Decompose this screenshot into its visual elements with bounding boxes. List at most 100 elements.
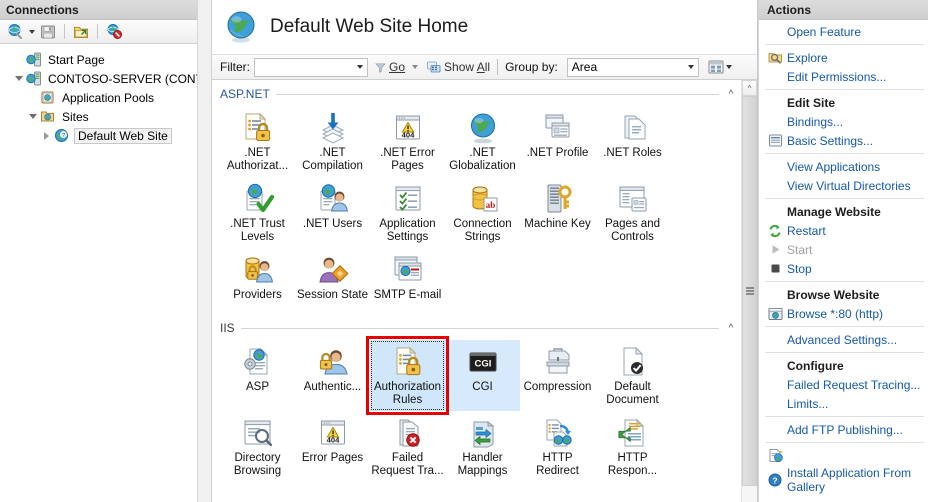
tile-net-trust-levels[interactable]: .NET Trust Levels — [220, 177, 295, 248]
action-explore[interactable]: Explore — [759, 48, 928, 67]
group-by-select[interactable]: Area — [566, 57, 699, 77]
action-label: Edit Permissions... — [787, 69, 887, 84]
tile-application-settings[interactable]: Application Settings — [370, 177, 445, 248]
action-advanced-settings[interactable]: Advanced Settings... — [759, 330, 928, 349]
chevron-up-icon[interactable]: ^ — [725, 323, 737, 334]
toolbar-separator-1 — [64, 24, 65, 39]
tile-failed-request-tracing[interactable]: Failed Request Tra... — [370, 411, 445, 482]
action-restart[interactable]: Restart — [759, 221, 928, 240]
group-header[interactable]: IIS ^ — [220, 320, 741, 336]
tile-directory-browsing[interactable]: Directory Browsing — [220, 411, 295, 482]
tree-node-sites[interactable]: Sites — [4, 107, 197, 126]
action-label: Open Feature — [787, 24, 862, 39]
action-view-applications[interactable]: View Applications — [759, 157, 928, 176]
tile-smtp-email[interactable]: SMTP E-mail — [370, 248, 445, 306]
tree-node-default-web-site[interactable]: ? Default Web Site — [4, 126, 197, 145]
group-by-label: Group by: — [505, 60, 558, 74]
tile-label: .NET Trust Levels — [230, 218, 285, 243]
group-header[interactable]: ASP.NET ^ — [220, 86, 741, 102]
chevron-down-icon[interactable] — [687, 65, 694, 69]
scroll-thumb[interactable] — [742, 96, 757, 486]
tile-default-document[interactable]: Default Document — [595, 340, 670, 411]
tile-net-users[interactable]: .NET Users — [295, 177, 370, 248]
tile-asp[interactable]: ASP — [220, 340, 295, 411]
tile-net-compilation[interactable]: .NET Compilation — [295, 106, 370, 177]
tree-expander-sites[interactable] — [26, 114, 39, 119]
connect-to-icon[interactable] — [4, 22, 26, 42]
tile-label: CGI — [472, 381, 493, 393]
start-page-icon — [25, 52, 43, 68]
tile-net-roles[interactable]: .NET Roles — [595, 106, 670, 177]
action-edit-permissions[interactable]: Edit Permissions... — [759, 67, 928, 86]
action-stop[interactable]: Stop — [759, 259, 928, 278]
tile-error-pages[interactable]: 404 Error Pages — [295, 411, 370, 482]
action-install-application-from-gallery[interactable] — [759, 446, 928, 465]
filter-input[interactable] — [254, 57, 368, 77]
tile-http-response-headers[interactable]: HTTP Respon... — [595, 411, 670, 482]
view-mode-button[interactable] — [708, 60, 732, 74]
action-add-ftp-publishing[interactable]: Add FTP Publishing... — [759, 420, 928, 439]
sites-folder-icon — [39, 109, 57, 125]
net-globalization-icon — [466, 109, 500, 145]
chevron-down-icon[interactable] — [357, 65, 363, 69]
actions-divider — [765, 153, 924, 154]
action-browse-website[interactable]: Browse *:80 (http) — [759, 304, 928, 323]
connect-to-dropdown-caret[interactable] — [29, 29, 35, 34]
action-label: Stop — [787, 261, 812, 276]
action-basic-settings[interactable]: Basic Settings... — [759, 131, 928, 150]
tree-node-start-page[interactable]: Start Page — [4, 50, 197, 69]
scroll-up-button[interactable]: ^ — [742, 80, 757, 96]
save-icon[interactable] — [37, 22, 59, 42]
connect-to-site-icon[interactable] — [70, 22, 92, 42]
show-all-button[interactable]: Show All — [427, 60, 490, 74]
group-divider — [275, 93, 719, 95]
server-icon — [25, 71, 43, 87]
action-failed-request-tracing[interactable]: Failed Request Tracing... — [759, 375, 928, 394]
left-splitter[interactable] — [198, 0, 212, 502]
feature-group-iis: IIS ^ ASP Authentic... Authorization Rul… — [220, 320, 741, 482]
net-trust-levels-icon — [241, 180, 275, 216]
tree-node-application-pools[interactable]: Application Pools — [4, 88, 197, 107]
tile-net-error-pages[interactable]: 404 .NET Error Pages — [370, 106, 445, 177]
tile-label: Providers — [233, 289, 282, 301]
tile-net-authorization[interactable]: .NET Authorizat... — [220, 106, 295, 177]
tile-pages-and-controls[interactable]: Pages and Controls — [595, 177, 670, 248]
tile-net-profile[interactable]: .NET Profile — [520, 106, 595, 177]
net-roles-icon — [616, 109, 650, 145]
go-dropdown-caret[interactable] — [412, 65, 419, 69]
action-help[interactable]: ? Install Application From Gallery — [759, 465, 928, 495]
tree-expander-default-web-site[interactable] — [40, 131, 53, 140]
scroll-track[interactable] — [742, 96, 757, 502]
connections-toolbar — [0, 20, 197, 44]
view-mode-caret[interactable] — [725, 65, 732, 69]
net-authorization-icon — [241, 109, 275, 145]
tile-net-globalization[interactable]: .NET Globalization — [445, 106, 520, 177]
action-open-feature[interactable]: Open Feature — [759, 22, 928, 41]
connections-tree[interactable]: Start Page CONTOSO-SERVER (CONTOS — [0, 44, 197, 502]
tile-providers[interactable]: Providers — [220, 248, 295, 306]
tile-handler-mappings[interactable]: Handler Mappings — [445, 411, 520, 482]
tile-authorization-rules[interactable]: Authorization Rules — [370, 340, 445, 411]
action-view-virtual-directories[interactable]: View Virtual Directories — [759, 176, 928, 195]
chevron-up-icon[interactable]: ^ — [725, 89, 737, 100]
action-bindings[interactable]: Bindings... — [759, 112, 928, 131]
disconnect-icon[interactable] — [103, 22, 125, 42]
feature-view-scrollbar[interactable]: ^ — [741, 80, 757, 502]
go-button[interactable]: Go — [375, 60, 419, 74]
actions-pane: Actions Open Feature Explore Edit Permis… — [758, 0, 928, 502]
tile-connection-strings[interactable]: ab Connection Strings — [445, 177, 520, 248]
tile-machine-key[interactable]: Machine Key — [520, 177, 595, 248]
tile-label: ASP — [245, 381, 269, 393]
tile-compression[interactable]: Compression — [520, 340, 595, 411]
action-limits[interactable]: Limits... — [759, 394, 928, 413]
tile-http-redirect[interactable]: HTTP Redirect — [520, 411, 595, 482]
show-all-label: Show All — [444, 60, 491, 74]
tree-expander-server[interactable] — [12, 76, 25, 81]
tile-authentication[interactable]: Authentic... — [295, 340, 370, 411]
tile-cgi[interactable]: CGI CGI — [445, 340, 520, 411]
action-label: Failed Request Tracing... — [787, 377, 921, 392]
action-start[interactable]: Start — [759, 240, 928, 259]
tree-node-contoso-server[interactable]: CONTOSO-SERVER (CONTOS — [4, 69, 197, 88]
tile-session-state[interactable]: Session State — [295, 248, 370, 306]
filter-label: Filter: — [220, 60, 250, 74]
